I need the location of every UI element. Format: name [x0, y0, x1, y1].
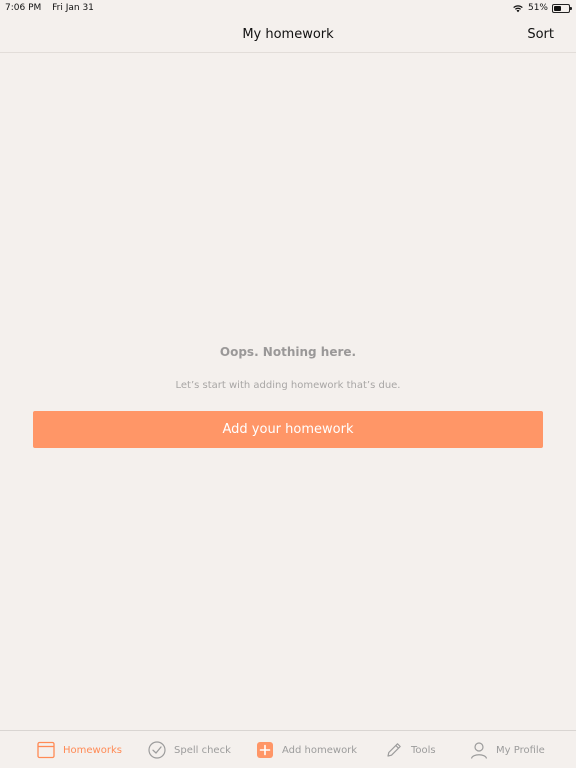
battery-level: [554, 5, 562, 11]
screen: 7:06 PM Fri Jan 31 51% My homework Sort …: [0, 0, 576, 768]
tab-my-profile[interactable]: My Profile: [470, 731, 545, 768]
tab-add-homework[interactable]: Add homework: [256, 731, 357, 768]
wifi-icon: [512, 3, 524, 13]
tab-homeworks[interactable]: Homeworks: [37, 731, 122, 768]
calendar-icon: [37, 741, 55, 759]
tab-label: Homeworks: [63, 744, 122, 756]
status-bar: 7:06 PM Fri Jan 31 51%: [0, 0, 576, 16]
tab-bar: Homeworks Spell check Add homework Tools…: [0, 730, 576, 768]
nav-bar: My homework Sort: [0, 16, 576, 53]
status-time: 7:06 PM: [5, 3, 42, 13]
pencil-icon: [385, 741, 403, 759]
status-right: 51%: [512, 0, 572, 16]
empty-state-subtitle: Let’s start with adding homework that’s …: [175, 380, 401, 391]
empty-state-title: Oops. Nothing here.: [219, 345, 357, 359]
plus-square-icon: [256, 741, 274, 759]
tab-label: Spell check: [174, 744, 231, 756]
tab-tools[interactable]: Tools: [385, 731, 436, 768]
page-title: My homework: [242, 27, 334, 42]
status-date: Fri Jan 31: [52, 3, 94, 13]
status-left: 7:06 PM Fri Jan 31: [5, 0, 102, 16]
person-icon: [470, 741, 488, 759]
tab-spell-check[interactable]: Spell check: [148, 731, 231, 768]
battery-icon: [552, 3, 572, 13]
check-circle-icon: [148, 741, 166, 759]
battery-percent: 51%: [527, 3, 548, 13]
tab-label: Add homework: [282, 744, 358, 756]
sort-button[interactable]: Sort: [527, 16, 554, 53]
tab-label: Tools: [411, 744, 436, 756]
add-your-homework-button[interactable]: Add your homework: [33, 411, 543, 448]
tab-label: My Profile: [496, 744, 545, 756]
